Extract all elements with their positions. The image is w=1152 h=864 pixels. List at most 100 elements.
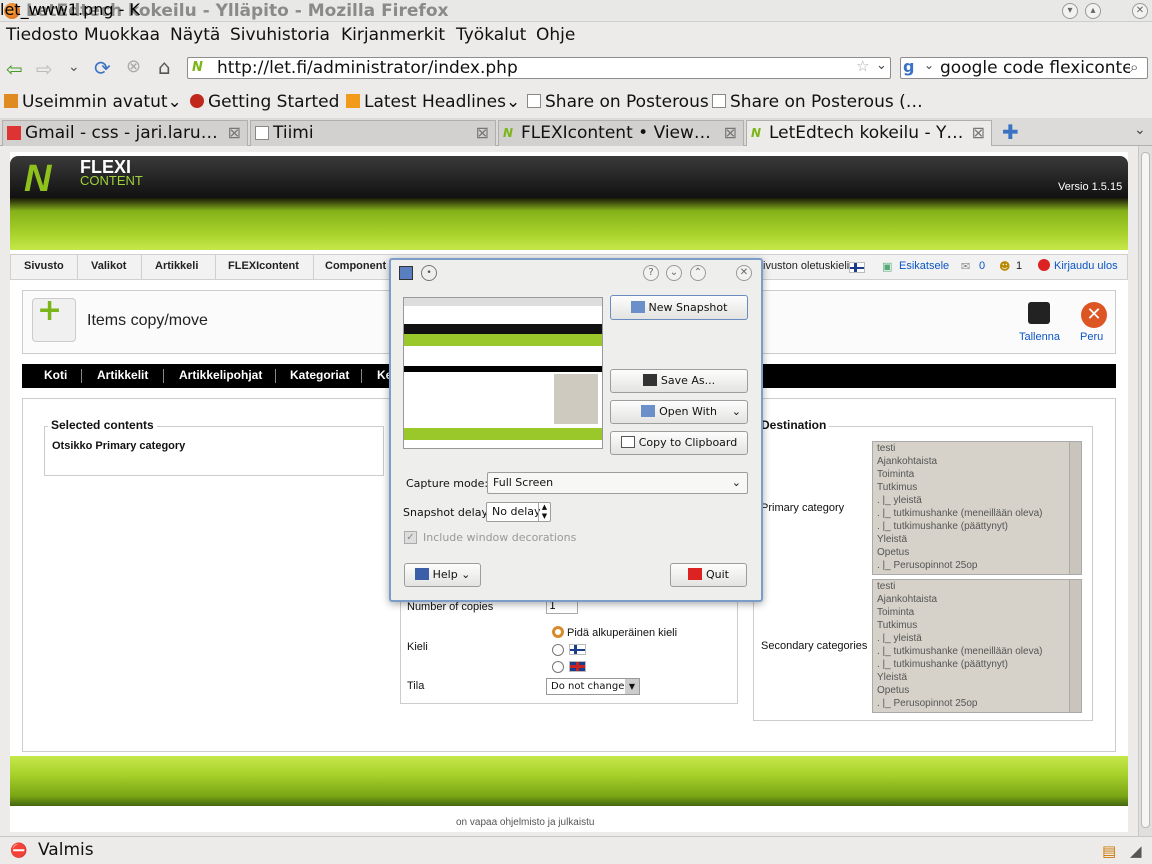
- search-text[interactable]: google code flexiconte: [940, 57, 1130, 79]
- list-scrollbar[interactable]: [1069, 580, 1081, 712]
- admin-menu-valikot[interactable]: Valikot: [91, 260, 126, 272]
- logout-icon[interactable]: [1038, 259, 1050, 271]
- home-icon[interactable]: ⌂: [158, 55, 171, 79]
- category-option[interactable]: . |_ tutkimushanke (päättynyt): [873, 658, 1081, 671]
- preview-icon[interactable]: ▣: [882, 260, 892, 273]
- bookmark-star-icon[interactable]: ☆: [856, 57, 869, 75]
- state-select[interactable]: Do not change ▼: [546, 678, 640, 695]
- tab-tiimi[interactable]: Tiimi ⊠: [250, 120, 496, 146]
- capture-mode-select[interactable]: Full Screen ⌄: [487, 472, 748, 494]
- menu-help[interactable]: Ohje: [536, 25, 575, 45]
- english-radio[interactable]: [552, 661, 564, 673]
- snapshot-delay-spinbox[interactable]: No delay ▲ ▼: [486, 502, 551, 522]
- category-option[interactable]: Toiminta: [873, 468, 1081, 481]
- engine-dropdown-icon[interactable]: ⌄: [924, 58, 934, 72]
- bookmark-most-visited[interactable]: Useimmin avatut⌄: [4, 92, 182, 112]
- tab-flexicontent[interactable]: N FLEXIcontent • View… ⊠: [498, 120, 744, 146]
- include-decorations-checkbox[interactable]: ✓: [404, 531, 417, 544]
- quit-button[interactable]: Quit: [670, 563, 747, 587]
- primary-category-list[interactable]: testi Ajankohtaista Toiminta Tutkimus. |_ y…: [872, 441, 1082, 575]
- scrollbar-thumb[interactable]: [1141, 152, 1150, 828]
- cancel-button[interactable]: ✕ Peru: [1076, 300, 1112, 346]
- back-icon[interactable]: ⇦: [6, 57, 23, 81]
- close-tab-icon[interactable]: ⊠: [724, 121, 737, 145]
- maximize-icon[interactable]: ⌃: [690, 265, 706, 281]
- keep-language-radio[interactable]: [552, 626, 564, 638]
- copy-to-clipboard-button[interactable]: Copy to Clipboard: [610, 431, 748, 455]
- resize-grip-icon[interactable]: ◢: [1130, 842, 1142, 860]
- tab-gmail[interactable]: Gmail - css - jari.laru… ⊠: [2, 120, 248, 146]
- category-option[interactable]: . |_ tutkimushanke (meneillään oleva): [873, 507, 1081, 520]
- admin-menu-flexicontent[interactable]: FLEXIcontent: [228, 260, 299, 272]
- minimize-icon[interactable]: ⌄: [666, 265, 682, 281]
- page-scrollbar[interactable]: [1138, 146, 1152, 836]
- forward-icon[interactable]: ⇨: [36, 57, 53, 81]
- category-option[interactable]: . |_ Perusopinnot 25op: [873, 559, 1081, 572]
- category-option[interactable]: Ajankohtaista: [873, 455, 1081, 468]
- bookmark-latest-headlines[interactable]: Latest Headlines⌄: [346, 92, 520, 112]
- menu-file[interactable]: Tiedosto: [6, 25, 78, 45]
- category-option[interactable]: testi: [873, 580, 1081, 593]
- submenu-artikkelipohjat[interactable]: Artikkelipohjat: [179, 368, 262, 382]
- minimize-icon[interactable]: ▾: [1062, 3, 1078, 19]
- category-option[interactable]: . |_ tutkimushanke (päättynyt): [873, 520, 1081, 533]
- help-icon[interactable]: ?: [643, 265, 659, 281]
- url-text[interactable]: http://let.fi/administrator/index.php: [217, 57, 518, 79]
- submenu-kategoriat[interactable]: Kategoriat: [290, 368, 349, 382]
- finnish-radio[interactable]: [552, 644, 564, 656]
- category-option[interactable]: Toiminta: [873, 606, 1081, 619]
- category-option[interactable]: Yleistä: [873, 671, 1081, 684]
- url-dropdown-icon[interactable]: ⌄: [876, 58, 887, 73]
- close-tab-icon[interactable]: ⊠: [476, 121, 489, 145]
- admin-menu-sivusto[interactable]: Sivusto: [24, 260, 64, 272]
- preview-link[interactable]: Esikatsele: [899, 260, 949, 272]
- admin-menu-component[interactable]: Component: [325, 260, 386, 272]
- save-button[interactable]: Tallenna: [1016, 300, 1064, 346]
- bookmark-posterous-2[interactable]: Share on Posterous (…: [712, 92, 923, 112]
- search-icon[interactable]: ⌕: [1130, 58, 1138, 76]
- secondary-categories-list[interactable]: testi Ajankohtaista Toiminta Tutkimus. |_ y…: [872, 579, 1082, 713]
- category-option[interactable]: Tutkimus: [873, 619, 1081, 632]
- help-button[interactable]: Help ⌄: [404, 563, 481, 587]
- category-option[interactable]: Opetus: [873, 684, 1081, 697]
- list-scrollbar[interactable]: [1069, 442, 1081, 574]
- menu-tools[interactable]: Työkalut: [456, 25, 526, 45]
- submenu-koti[interactable]: Koti: [44, 368, 67, 382]
- reload-icon[interactable]: ⟳: [94, 56, 111, 80]
- menu-history[interactable]: Sivuhistoria: [230, 25, 330, 45]
- category-option[interactable]: . |_ yleistä: [873, 494, 1081, 507]
- category-option[interactable]: Opetus: [873, 546, 1081, 559]
- spinner-arrows-icon[interactable]: ▲ ▼: [538, 503, 550, 521]
- open-with-button[interactable]: Open With ⌄: [610, 400, 748, 424]
- google-engine-icon[interactable]: g: [903, 57, 914, 76]
- bookmark-getting-started[interactable]: Getting Started: [190, 92, 339, 112]
- messages-count[interactable]: 0: [979, 260, 985, 272]
- new-tab-icon[interactable]: ✚: [1002, 120, 1019, 144]
- admin-menu-artikkeli[interactable]: Artikkeli: [155, 260, 198, 272]
- category-option[interactable]: Ajankohtaista: [873, 593, 1081, 606]
- addon-icon[interactable]: ▤: [1102, 842, 1116, 860]
- menu-bookmarks[interactable]: Kirjanmerkit: [341, 25, 445, 45]
- close-window-icon[interactable]: ✕: [1132, 3, 1148, 19]
- save-as-button[interactable]: Save As...: [610, 369, 748, 393]
- history-dropdown-icon[interactable]: ⌄: [68, 59, 80, 75]
- close-dialog-icon[interactable]: ✕: [736, 265, 752, 281]
- new-snapshot-button[interactable]: New Snapshot: [610, 295, 748, 320]
- snapshot-preview[interactable]: [403, 297, 603, 449]
- submenu-artikkelit[interactable]: Artikkelit: [97, 368, 148, 382]
- logout-link[interactable]: Kirjaudu ulos: [1054, 260, 1118, 272]
- bookmark-posterous-1[interactable]: Share on Posterous: [527, 92, 709, 112]
- maximize-icon[interactable]: ▴: [1085, 3, 1101, 19]
- tab-letedtech[interactable]: N LetEdtech kokeilu - Y… ⊠: [746, 120, 992, 146]
- category-option[interactable]: Yleistä: [873, 533, 1081, 546]
- window-menu-icon[interactable]: •: [421, 265, 437, 281]
- stop-icon[interactable]: ⊗: [126, 56, 141, 77]
- category-option[interactable]: testi: [873, 442, 1081, 455]
- category-option[interactable]: . |_ Perusopinnot 25op: [873, 697, 1081, 710]
- category-option[interactable]: . |_ tutkimushanke (meneillään oleva): [873, 645, 1081, 658]
- close-tab-icon[interactable]: ⊠: [972, 121, 985, 145]
- category-option[interactable]: Tutkimus: [873, 481, 1081, 494]
- menu-edit[interactable]: Muokkaa: [84, 25, 160, 45]
- menu-view[interactable]: Näytä: [170, 25, 220, 45]
- tab-list-icon[interactable]: ⌄: [1134, 122, 1146, 138]
